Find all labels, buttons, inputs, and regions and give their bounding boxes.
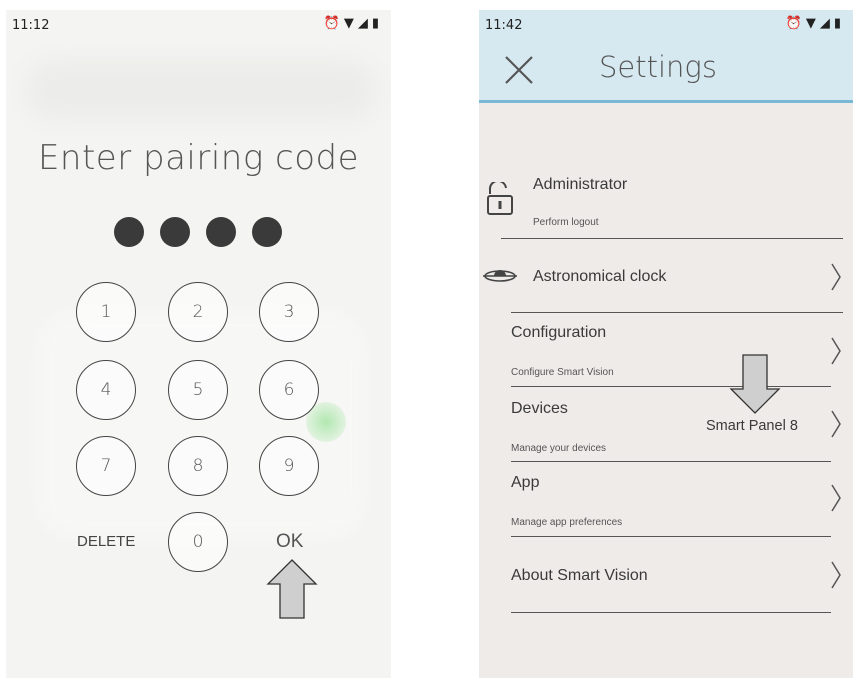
chevron-right-icon bbox=[831, 410, 841, 438]
alarm-icon: ⏰ bbox=[785, 16, 806, 31]
status-bar: 11:42 ⏰▼◢▮ bbox=[479, 10, 853, 36]
key-0[interactable]: 0 bbox=[168, 512, 228, 572]
key-6[interactable]: 6 bbox=[259, 360, 319, 420]
ok-button[interactable]: OK bbox=[276, 531, 303, 553]
page-title: Settings bbox=[599, 50, 717, 84]
pin-dot bbox=[252, 217, 282, 247]
row-title: Astronomical clock bbox=[533, 268, 667, 285]
status-time: 11:42 bbox=[485, 18, 523, 33]
divider bbox=[511, 461, 831, 462]
divider bbox=[511, 312, 843, 313]
row-title: About Smart Vision bbox=[511, 567, 648, 584]
key-7[interactable]: 7 bbox=[76, 436, 136, 496]
row-subtitle: Manage your devices bbox=[511, 443, 607, 454]
blurred-background-shape bbox=[26, 60, 376, 120]
close-icon[interactable] bbox=[503, 54, 535, 86]
chevron-right-icon bbox=[831, 484, 841, 512]
row-subtitle: Configure Smart Vision bbox=[511, 367, 614, 378]
lock-icon bbox=[487, 182, 513, 215]
pin-dots bbox=[114, 217, 282, 251]
status-icons: ⏰▼◢▮ bbox=[786, 16, 845, 31]
divider bbox=[511, 386, 831, 387]
wifi-icon: ▼ bbox=[343, 16, 358, 31]
key-1[interactable]: 1 bbox=[76, 282, 136, 342]
alarm-icon: ⏰ bbox=[323, 16, 344, 31]
pin-dot bbox=[160, 217, 190, 247]
signal-icon: ◢ bbox=[357, 16, 372, 31]
key-8[interactable]: 8 bbox=[168, 436, 228, 496]
arrow-up-icon bbox=[266, 559, 318, 619]
key-3[interactable]: 3 bbox=[259, 282, 319, 342]
key-4[interactable]: 4 bbox=[76, 360, 136, 420]
chevron-right-icon bbox=[831, 263, 841, 291]
settings-header: 11:42 ⏰▼◢▮ Settings bbox=[479, 10, 853, 103]
pin-dot bbox=[206, 217, 236, 247]
key-2[interactable]: 2 bbox=[168, 282, 228, 342]
status-time: 11:12 bbox=[12, 18, 50, 33]
row-title: Configuration bbox=[511, 324, 607, 341]
row-title: Devices bbox=[511, 400, 568, 417]
divider bbox=[511, 612, 831, 613]
signal-icon: ◢ bbox=[819, 16, 834, 31]
status-bar: 11:12 ⏰▼◢▮ bbox=[6, 10, 391, 36]
arrow-down-icon bbox=[729, 354, 781, 414]
row-subtitle: Manage app preferences bbox=[511, 517, 623, 528]
battery-icon: ▮ bbox=[833, 16, 845, 31]
divider bbox=[511, 536, 831, 537]
chevron-right-icon bbox=[831, 561, 841, 589]
settings-screen: 11:42 ⏰▼◢▮ Settings Administrator Perfor… bbox=[479, 10, 853, 678]
key-5[interactable]: 5 bbox=[168, 360, 228, 420]
key-9[interactable]: 9 bbox=[259, 436, 319, 496]
wifi-icon: ▼ bbox=[805, 16, 820, 31]
row-subtitle: Perform logout bbox=[533, 217, 599, 228]
divider bbox=[501, 238, 843, 239]
pin-dot bbox=[114, 217, 144, 247]
row-title: Administrator bbox=[533, 176, 628, 193]
chevron-right-icon bbox=[831, 337, 841, 365]
battery-icon: ▮ bbox=[371, 16, 383, 31]
devices-value: Smart Panel 8 bbox=[706, 418, 798, 434]
delete-button[interactable]: DELETE bbox=[77, 533, 135, 550]
pairing-screen: 11:12 ⏰▼◢▮ Enter pairing code 1 2 3 4 5 … bbox=[6, 10, 391, 678]
astronomical-clock-icon bbox=[483, 270, 517, 282]
status-icons: ⏰▼◢▮ bbox=[324, 16, 383, 31]
row-title: App bbox=[511, 474, 540, 491]
page-title: Enter pairing code bbox=[37, 138, 360, 178]
